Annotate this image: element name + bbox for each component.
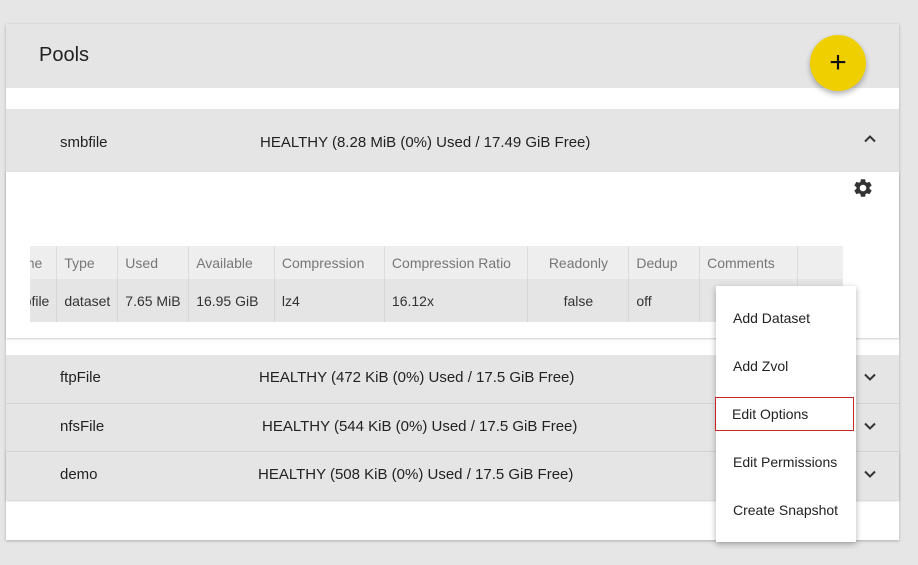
card-header: Pools [6,24,899,88]
table-cell: 16.95 GiB [188,279,275,322]
table-cell: off [628,279,701,322]
table-cell: lz4 [274,279,385,322]
table-cell: false [527,279,630,322]
chevron-up-icon[interactable] [862,131,878,147]
table-cell: smbfile [30,279,58,322]
menu-item-add-dataset[interactable]: Add Dataset [716,301,856,335]
column-header[interactable]: Comments [699,246,798,279]
column-header[interactable]: Available [188,246,275,279]
column-header[interactable]: Name [30,246,58,279]
pool-status: HEALTHY (472 KiB (0%) Used / 17.5 GiB Fr… [259,369,575,386]
pool-name: smbfile [60,134,108,151]
column-header[interactable]: Compression Ratio [384,246,529,279]
column-header[interactable]: Dedup [628,246,701,279]
pool-name: nfsFile [60,418,105,435]
plus-icon: + [829,46,847,79]
pool-actions-menu: Add Dataset Add Zvol Edit Options Edit P… [715,286,856,542]
gear-icon[interactable] [852,177,874,199]
pool-status: HEALTHY (544 KiB (0%) Used / 17.5 GiB Fr… [262,418,578,435]
table-header-row: Name Type Used Available Compression Com… [30,246,843,279]
chevron-down-icon[interactable] [862,369,878,385]
menu-item-edit-options[interactable]: Edit Options [715,397,854,431]
pool-row-smbfile[interactable]: smbfile HEALTHY (8.28 MiB (0%) Used / 17… [6,109,899,173]
column-header-empty [797,246,843,279]
menu-item-edit-permissions[interactable]: Edit Permissions [716,445,856,479]
chevron-down-icon[interactable] [862,418,878,434]
column-header[interactable]: Readonly [527,246,630,279]
add-pool-button[interactable]: + [810,35,866,91]
pool-name: demo [60,466,98,483]
table-cell: 16.12x [384,279,529,322]
column-header[interactable]: Compression [274,246,385,279]
table-cell: 7.65 MiB [117,279,190,322]
chevron-down-icon[interactable] [862,466,878,482]
pool-status: HEALTHY (8.28 MiB (0%) Used / 17.49 GiB … [260,134,591,151]
table-cell: dataset [56,279,119,322]
menu-item-create-snapshot[interactable]: Create Snapshot [716,493,856,527]
menu-item-add-zvol[interactable]: Add Zvol [716,349,856,383]
column-header[interactable]: Used [117,246,190,279]
column-header[interactable]: Type [56,246,119,279]
page-title: Pools [39,44,90,66]
pool-name: ftpFile [60,369,101,386]
pool-status: HEALTHY (508 KiB (0%) Used / 17.5 GiB Fr… [258,466,574,483]
